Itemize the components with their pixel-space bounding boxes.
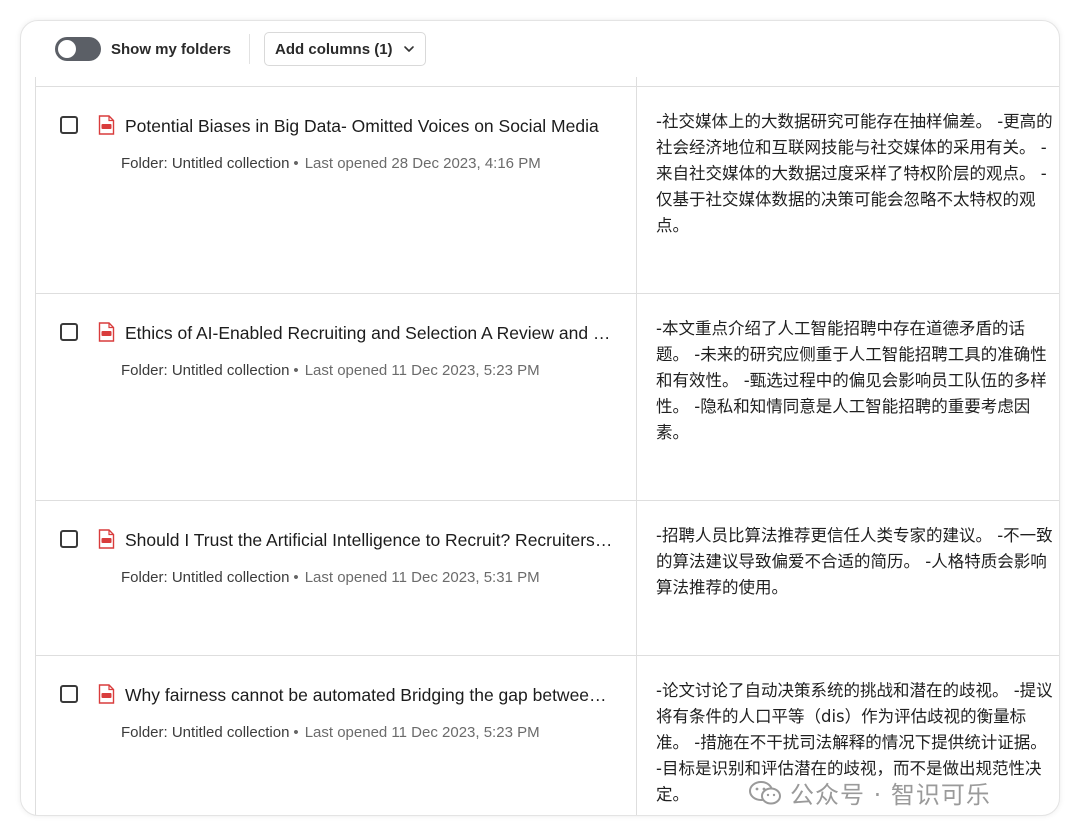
row-checkbox[interactable] xyxy=(60,685,78,703)
table-row[interactable]: Potential Biases in Big Data- Omitted Vo… xyxy=(36,87,1059,294)
app-window: Show my folders Add columns (1) Potentia… xyxy=(20,20,1060,816)
folder-label: Folder: Untitled collection xyxy=(121,569,290,586)
row-checkbox[interactable] xyxy=(60,116,78,134)
add-columns-button[interactable]: Add columns (1) xyxy=(264,32,426,66)
folder-label: Folder: Untitled collection xyxy=(121,362,290,379)
summary-cell: -社交媒体上的大数据研究可能存在抽样偏差。 -更高的社会经济地位和互联网技能与社… xyxy=(656,112,1053,235)
separator-dot: • xyxy=(293,362,299,379)
document-title[interactable]: Why fairness cannot be automated Bridgin… xyxy=(125,684,615,706)
watermark: 公众号 · 智识可乐 xyxy=(748,775,991,810)
document-title[interactable]: Should I Trust the Artificial Intelligen… xyxy=(125,529,615,551)
folder-label: Folder: Untitled collection xyxy=(121,724,290,741)
wechat-logo-icon xyxy=(748,779,782,807)
show-folders-label: Show my folders xyxy=(111,40,232,58)
watermark-text: 公众号 · 智识可乐 xyxy=(790,781,991,809)
summary-cell: -本文重点介绍了人工智能招聘中存在道德矛盾的话题。 -未来的研究应侧重于人工智能… xyxy=(656,319,1047,442)
table-row[interactable]: Should I Trust the Artificial Intelligen… xyxy=(36,501,1059,656)
separator-dot: • xyxy=(293,569,299,586)
row-checkbox[interactable] xyxy=(60,530,78,548)
separator-dot: • xyxy=(293,724,299,741)
toolbar: Show my folders Add columns (1) xyxy=(21,21,1059,77)
document-meta: Folder: Untitled collection • Last opened … xyxy=(121,362,540,379)
table-row[interactable]: Ethics of AI-Enabled Recruiting and Sele… xyxy=(36,294,1059,501)
summary-cell: -招聘人员比算法推荐更信任人类专家的建议。 -不一致的算法建议导致偏爱不合适的简… xyxy=(656,526,1053,597)
pdf-file-icon xyxy=(98,322,115,342)
pdf-file-icon xyxy=(98,529,115,549)
separator-dot: • xyxy=(293,155,299,172)
last-opened: Last opened 11 Dec 2023, 5:23 PM xyxy=(304,724,540,741)
show-folders-toggle[interactable] xyxy=(55,37,101,61)
document-title[interactable]: Ethics of AI-Enabled Recruiting and Sele… xyxy=(125,322,615,344)
table-header xyxy=(36,77,1059,87)
documents-table: Potential Biases in Big Data- Omitted Vo… xyxy=(35,77,1059,815)
chevron-down-icon xyxy=(403,43,415,55)
add-columns-label: Add columns (1) xyxy=(275,40,393,58)
document-meta: Folder: Untitled collection • Last opened … xyxy=(121,724,540,741)
pdf-file-icon xyxy=(98,115,115,135)
document-meta: Folder: Untitled collection • Last opened … xyxy=(121,155,541,172)
pdf-file-icon xyxy=(98,684,115,704)
toolbar-divider xyxy=(249,34,251,64)
folder-label: Folder: Untitled collection xyxy=(121,155,290,172)
last-opened: Last opened 28 Dec 2023, 4:16 PM xyxy=(304,155,541,172)
toggle-knob xyxy=(58,40,76,58)
row-checkbox[interactable] xyxy=(60,323,78,341)
last-opened: Last opened 11 Dec 2023, 5:23 PM xyxy=(304,362,540,379)
last-opened: Last opened 11 Dec 2023, 5:31 PM xyxy=(304,569,540,586)
document-title[interactable]: Potential Biases in Big Data- Omitted Vo… xyxy=(125,115,615,137)
document-meta: Folder: Untitled collection • Last opened … xyxy=(121,569,540,586)
